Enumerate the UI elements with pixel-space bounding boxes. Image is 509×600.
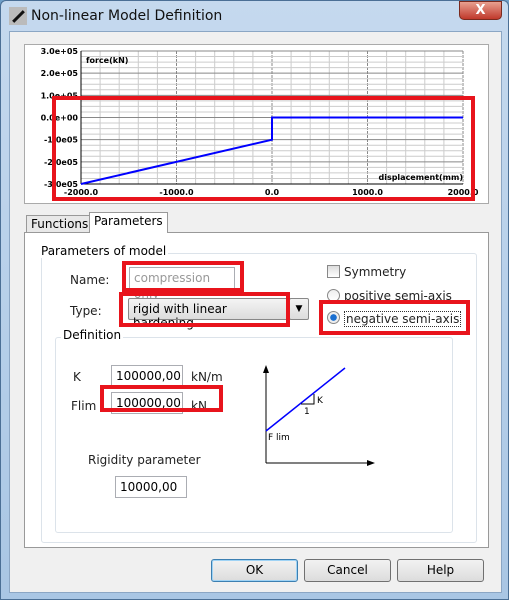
y-tick-label: 0.0e+00: [41, 114, 79, 123]
type-label: Type:: [70, 304, 102, 318]
flim-label: Flim: [71, 399, 97, 413]
chart-panel: 3.0e+05 2.0e+05 1.0e+05 0.0e+00 -1.0e05 -2.0e…: [24, 44, 489, 204]
close-button[interactable]: X: [459, 1, 502, 20]
diagram-hardening-line: [265, 367, 346, 432]
negative-semi-axis-label: negative semi-axis: [344, 311, 462, 327]
x-tick-label: 1000.0: [352, 188, 383, 197]
x-axis-label: displacement(mm): [378, 173, 463, 182]
type-select[interactable]: rigid with linear hardening: [128, 298, 288, 330]
cancel-button[interactable]: Cancel: [304, 559, 391, 582]
dialog-client: 3.0e+05 2.0e+05 1.0e+05 0.0e+00 -1.0e05 -2.0e…: [9, 31, 502, 593]
y-tick-label: 2.0e+05: [41, 69, 79, 78]
window-title: Non-linear Model Definition: [31, 8, 223, 24]
k-input[interactable]: 100000,00: [111, 365, 183, 387]
rigidity-input[interactable]: 10000,00: [115, 476, 187, 498]
flim-input[interactable]: 100000,00: [111, 392, 183, 414]
diagram-flim-label: F lim: [268, 433, 290, 443]
definition-title: Definition: [61, 328, 124, 342]
y-tick-label: 1.0e+05: [41, 91, 79, 100]
parameters-group-title: Parameters of model: [39, 244, 169, 258]
symmetry-checkbox[interactable]: [327, 265, 340, 278]
tab-functions[interactable]: Functions: [26, 215, 94, 233]
y-tick-label: -2.0e05: [44, 158, 78, 167]
x-tick-label: 0.0: [265, 188, 280, 197]
type-dropdown-button[interactable]: ▼: [289, 298, 309, 320]
y-axis-label: force(kN): [86, 56, 128, 65]
name-label: Name:: [70, 273, 110, 287]
negative-semi-axis-radio[interactable]: [327, 311, 340, 324]
diagram-y-arrow-icon: [263, 365, 269, 373]
y-tick-label: -1.0e05: [44, 136, 78, 145]
tab-parameters[interactable]: Parameters: [89, 212, 168, 233]
rigidity-label: Rigidity parameter: [88, 453, 201, 467]
diagram-one-label: 1: [304, 407, 310, 417]
positive-semi-axis-radio[interactable]: [327, 289, 340, 302]
app-icon: [9, 7, 27, 25]
diagram-k-label: K: [317, 396, 324, 406]
flim-unit: kN: [191, 399, 207, 413]
k-unit: kN/m: [191, 370, 223, 384]
name-input[interactable]: compression only: [129, 267, 235, 301]
x-tick-label: 2000.0: [448, 188, 479, 197]
force-displacement-chart: 3.0e+05 2.0e+05 1.0e+05 0.0e+00 -1.0e05 -2.0e…: [41, 47, 479, 197]
hardening-diagram: K 1 F lim: [263, 365, 375, 466]
x-tick-label: -1000.0: [159, 188, 194, 197]
parameters-panel: Parameters of model Name: compression on…: [24, 232, 489, 548]
help-button[interactable]: Help: [397, 559, 484, 582]
k-label: K: [73, 370, 81, 384]
diagram-slope-triangle: [301, 394, 315, 405]
symmetry-label: Symmetry: [344, 265, 407, 279]
ok-button[interactable]: OK: [211, 559, 298, 582]
dialog-window: Non-linear Model Definition X 3.0e+05 2.0…: [0, 0, 509, 600]
x-tick-label: -2000.0: [64, 188, 99, 197]
diagram-x-arrow-icon: [367, 460, 375, 466]
y-tick-label: 3.0e+05: [41, 47, 79, 56]
positive-semi-axis-label: positive semi-axis: [344, 289, 452, 303]
